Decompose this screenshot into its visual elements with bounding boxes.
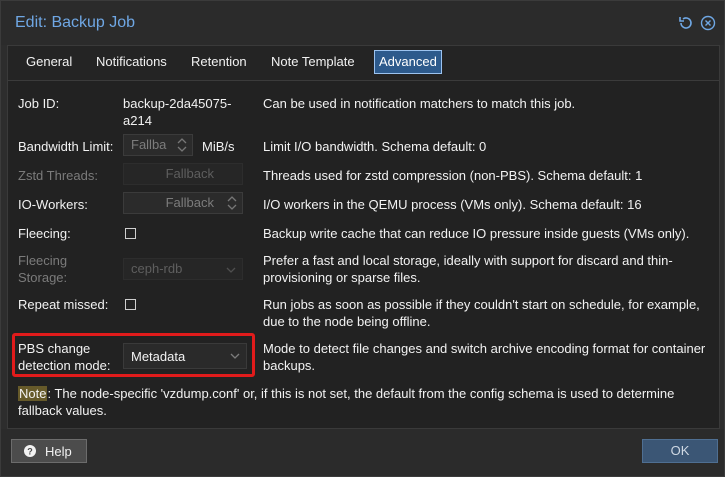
fleecing-storage-label: Fleecing Storage: — [18, 252, 67, 286]
note-line1: : The node-specific 'vzdump.conf' or, if… — [47, 386, 675, 401]
zstd-label: Zstd Threads: — [18, 168, 98, 183]
highlight-box — [12, 333, 255, 377]
fleecing-checkbox[interactable] — [125, 228, 136, 239]
bandwidth-input[interactable]: Fallba — [123, 134, 193, 156]
help-button[interactable]: ? Help — [11, 439, 87, 463]
svg-text:?: ? — [27, 446, 33, 456]
job-id-desc: Can be used in notification matchers to … — [263, 96, 576, 111]
job-id-value: backup-2da45075- a214 — [123, 95, 231, 129]
fleecing-storage-label-line1: Fleecing — [18, 253, 68, 268]
spinner-icon[interactable] — [176, 137, 188, 153]
tab-general[interactable]: General — [22, 51, 76, 73]
tab-notifications[interactable]: Notifications — [92, 51, 171, 73]
ok-button[interactable]: OK — [642, 439, 718, 463]
title-icons — [678, 15, 716, 31]
pbs-mode-desc: Mode to detect file changes and switch a… — [263, 340, 713, 374]
job-id-value-line1: backup-2da45075- — [123, 96, 232, 111]
bandwidth-unit: MiB/s — [202, 139, 235, 154]
edit-backup-job-dialog: Edit: Backup Job General Notifications R… — [0, 0, 725, 477]
dialog-titlebar: Edit: Backup Job — [1, 1, 724, 45]
fleecing-storage-desc: Prefer a fast and local storage, ideally… — [263, 252, 713, 286]
dialog-footer: ? Help OK — [1, 429, 724, 476]
repeat-missed-checkbox[interactable] — [125, 299, 136, 310]
fleecing-storage-select[interactable]: ceph-rdb — [123, 258, 243, 280]
tab-advanced[interactable]: Advanced — [374, 50, 442, 74]
repeat-missed-desc-line2: due to the node being offline. — [263, 314, 431, 329]
repeat-missed-desc: Run jobs as soon as possible if they cou… — [263, 296, 713, 330]
bandwidth-desc: Limit I/O bandwidth. Schema default: 0 — [263, 139, 487, 154]
note-text: Note: The node-specific 'vzdump.conf' or… — [18, 385, 708, 419]
job-id-value-line2: a214 — [123, 113, 152, 128]
fleecing-label: Fleecing: — [18, 226, 71, 241]
repeat-missed-desc-line1: Run jobs as soon as possible if they cou… — [263, 297, 700, 312]
zstd-input[interactable]: Fallback — [123, 163, 243, 185]
close-icon[interactable] — [700, 15, 716, 31]
dialog-body: General Notifications Retention Note Tem… — [7, 45, 720, 429]
tab-retention[interactable]: Retention — [187, 51, 251, 73]
zstd-desc: Threads used for zstd compression (non-P… — [263, 168, 643, 183]
pbs-mode-desc-line2: backups. — [263, 358, 316, 373]
note-tag: Note — [18, 386, 48, 401]
question-icon: ? — [24, 445, 36, 457]
pbs-mode-desc-line1: Mode to detect file changes and switch a… — [263, 341, 706, 356]
chevron-down-icon — [226, 267, 236, 273]
fleecing-storage-desc-line1: Prefer a fast and local storage, ideally… — [263, 253, 673, 268]
spinner-icon[interactable] — [226, 195, 238, 211]
reset-icon[interactable] — [678, 15, 694, 31]
fleecing-storage-value: ceph-rdb — [131, 261, 183, 276]
io-workers-placeholder: Fallback — [165, 195, 214, 210]
io-workers-input[interactable]: Fallback — [123, 192, 243, 214]
io-workers-label: IO-Workers: — [18, 197, 88, 212]
bandwidth-label: Bandwidth Limit: — [18, 139, 114, 154]
bandwidth-placeholder: Fallba — [131, 137, 167, 152]
fleecing-storage-label-line2: Storage: — [18, 270, 68, 285]
dialog-title: Edit: Backup Job — [15, 14, 136, 31]
tab-note-template[interactable]: Note Template — [267, 51, 359, 73]
fleecing-desc: Backup write cache that can reduce IO pr… — [263, 226, 690, 241]
fleecing-storage-desc-line2: provisioning or sparse files. — [263, 270, 421, 285]
repeat-missed-label: Repeat missed: — [18, 297, 109, 312]
zstd-placeholder: Fallback — [165, 166, 214, 181]
job-id-label: Job ID: — [18, 96, 60, 111]
io-workers-desc: I/O workers in the QEMU process (VMs onl… — [263, 197, 642, 212]
note-line2: fallback values. — [18, 403, 107, 418]
help-label: Help — [45, 444, 72, 459]
tab-bar: General Notifications Retention Note Tem… — [8, 46, 719, 81]
